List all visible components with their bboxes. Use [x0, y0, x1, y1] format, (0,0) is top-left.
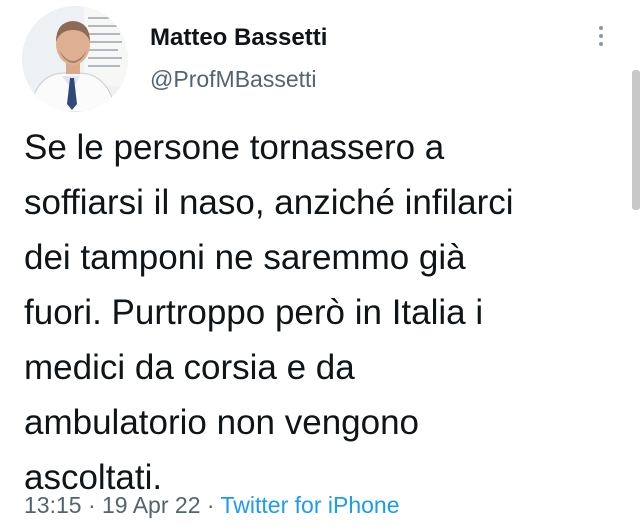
- tweet-source-link[interactable]: Twitter for iPhone: [221, 492, 400, 518]
- author-name[interactable]: Matteo Bassetti: [150, 24, 327, 52]
- tweet-line: fuori. Purtroppo però in Italia i: [24, 293, 484, 332]
- tweet-time[interactable]: 13:15: [24, 492, 82, 518]
- tweet-line: dei tamponi ne saremmo già: [24, 238, 466, 277]
- tweet-text: Se le persone tornassero a soffiarsi il …: [24, 120, 624, 505]
- avatar[interactable]: [22, 6, 128, 112]
- tweet-line: ambulatorio non vengono: [24, 403, 420, 442]
- scrollbar[interactable]: [632, 70, 640, 210]
- tweet-line: medici da corsia e da: [24, 348, 355, 387]
- author-handle[interactable]: @ProfMBassetti: [150, 66, 317, 93]
- more-options-icon[interactable]: [592, 26, 610, 54]
- tweet-card: Matteo Bassetti @ProfMBassetti Se le per…: [0, 0, 640, 532]
- tweet-line: Se le persone tornassero a: [24, 128, 445, 167]
- meta-separator: ·: [81, 492, 103, 518]
- tweet-meta: 13:15 · 19 Apr 22 · Twitter for iPhone: [24, 492, 399, 519]
- meta-separator: ·: [200, 492, 221, 518]
- tweet-date[interactable]: 19 Apr 22: [102, 492, 200, 518]
- profile-photo-icon: [22, 6, 128, 112]
- tweet-line: soffiarsi il naso, anziché infilarci: [24, 183, 514, 222]
